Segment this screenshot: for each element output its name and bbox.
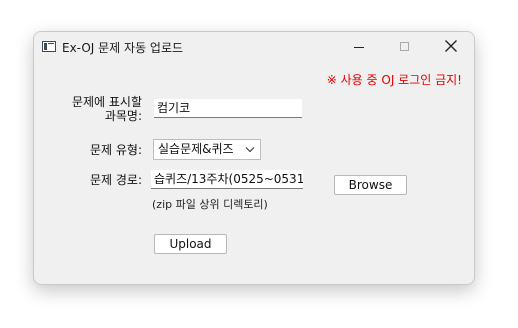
minimize-icon — [354, 47, 364, 48]
problem-type-label: 문제 유형: — [89, 143, 142, 157]
maximize-icon — [400, 42, 409, 51]
problem-type-selected: 실습문제&퀴즈 — [158, 142, 234, 156]
window-title: Ex-OJ 문제 자동 업로드 — [62, 41, 184, 55]
app-window: Ex-OJ 문제 자동 업로드 ※ 사용 중 OJ 로그인 금지! 문제에 표시… — [33, 31, 475, 285]
upload-button[interactable]: Upload — [154, 234, 227, 254]
path-hint: (zip 파일 상위 디렉토리) — [152, 198, 268, 211]
browse-button[interactable]: Browse — [334, 175, 407, 195]
window-app-icon — [42, 41, 56, 52]
path-input[interactable]: 습퀴즈/13주차(0525~0531) — [151, 170, 303, 189]
course-name-input[interactable]: 컴기코 — [154, 99, 302, 118]
problem-type-select[interactable]: 실습문제&퀴즈 — [153, 139, 261, 160]
login-warning: ※ 사용 중 OJ 로그인 금지! — [326, 73, 462, 87]
maximize-button[interactable] — [382, 32, 428, 62]
chevron-down-icon — [245, 147, 255, 153]
course-label-line2: 과목명: — [104, 109, 142, 123]
close-button[interactable] — [428, 32, 474, 62]
close-icon — [445, 40, 457, 52]
minimize-button[interactable] — [336, 32, 382, 62]
title-bar[interactable]: Ex-OJ 문제 자동 업로드 — [34, 32, 474, 62]
path-label: 문제 경로: — [89, 173, 142, 187]
